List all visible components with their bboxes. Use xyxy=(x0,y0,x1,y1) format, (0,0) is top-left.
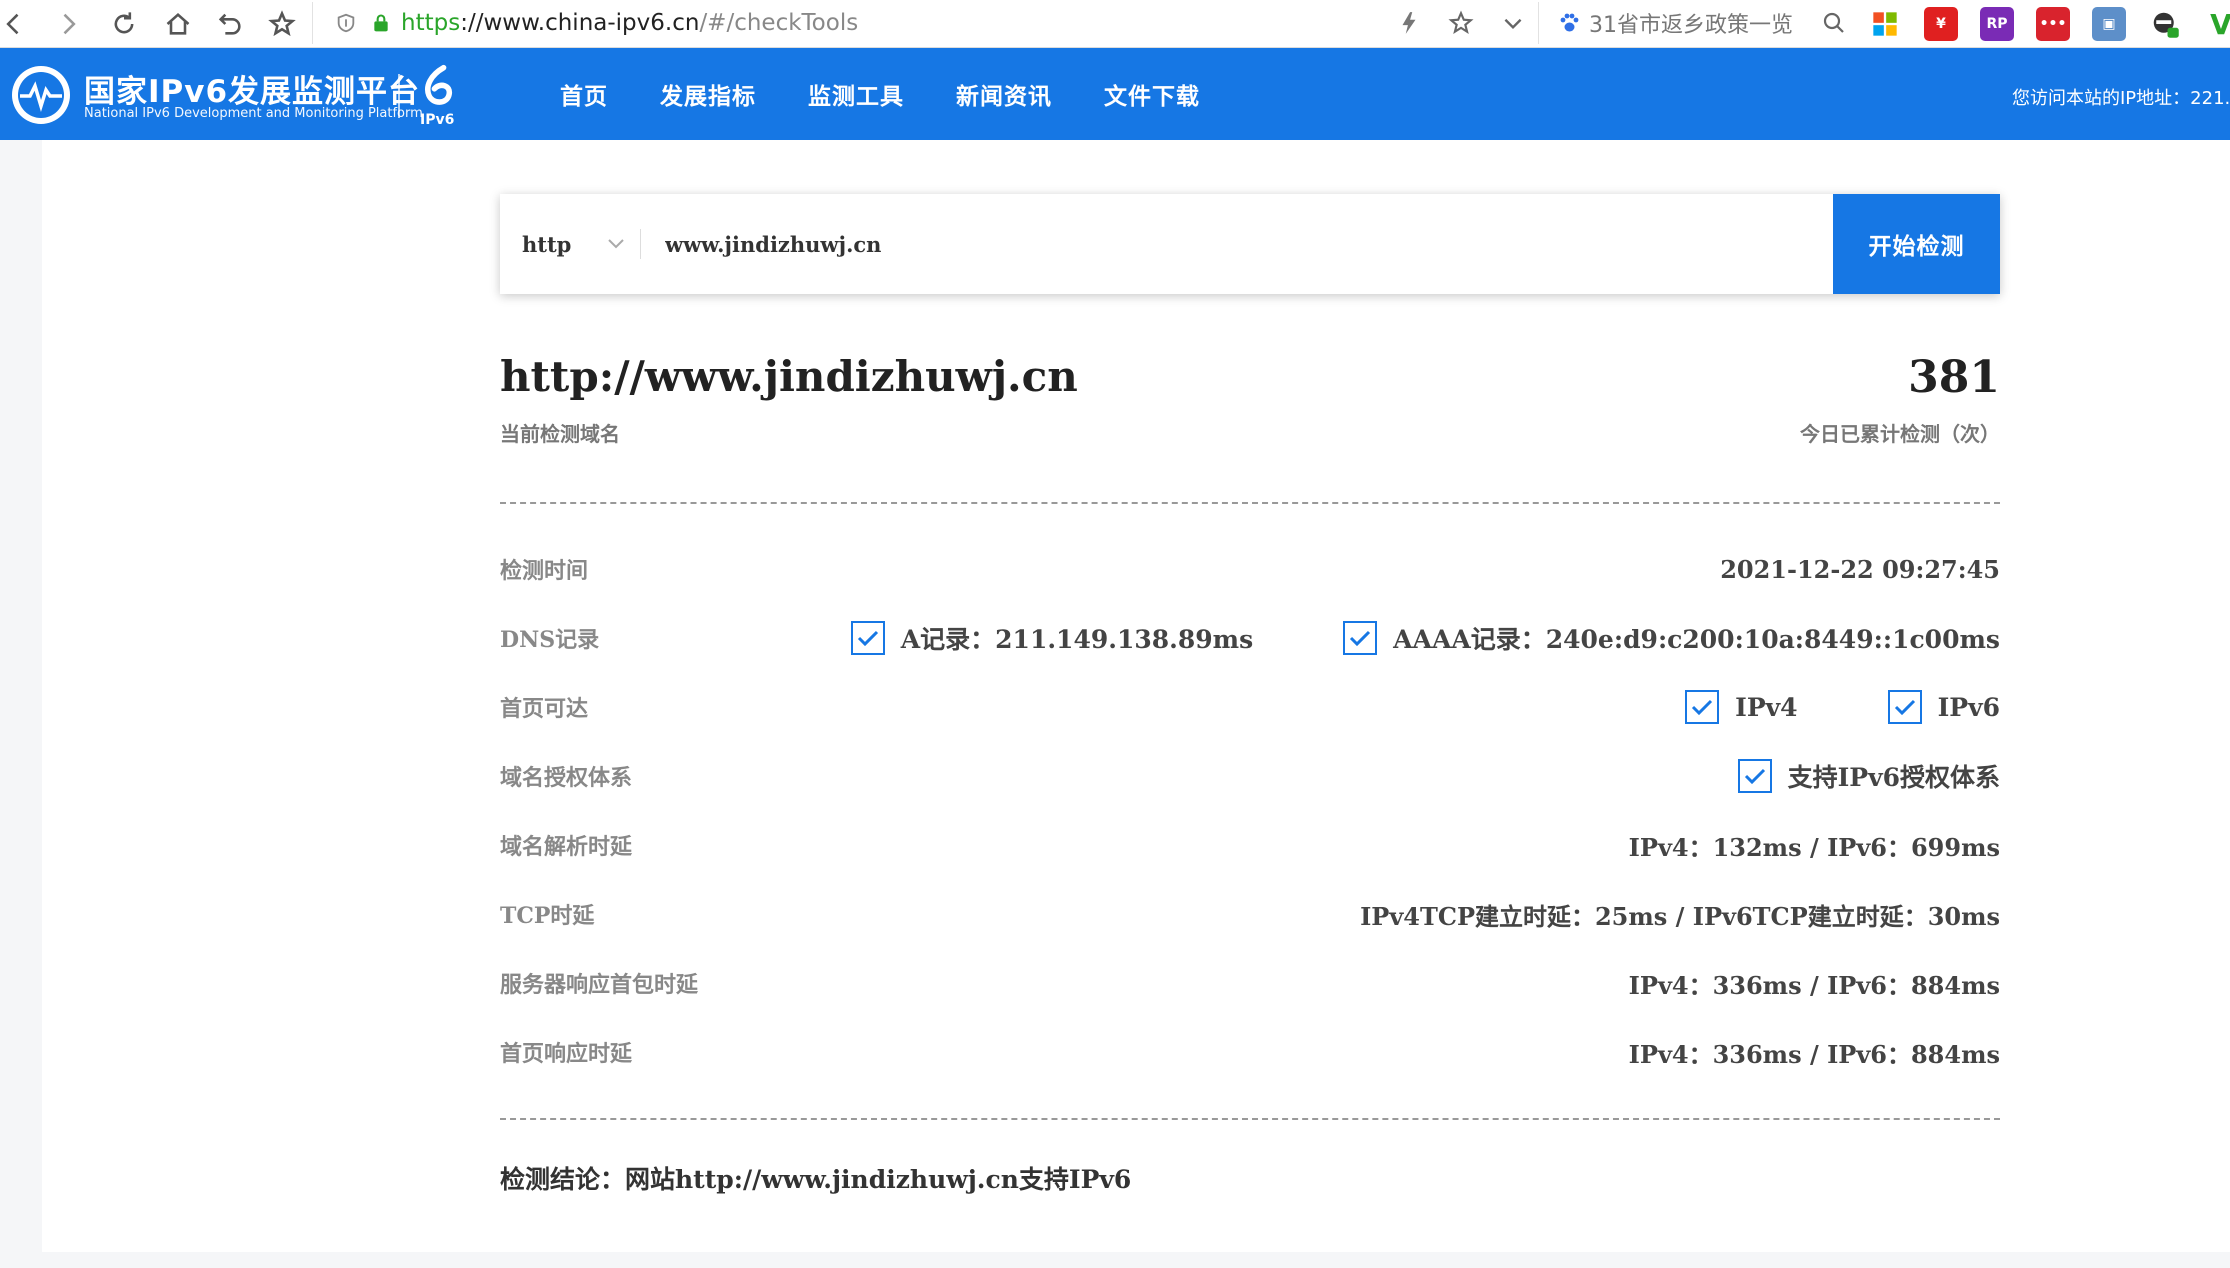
server-label: 服务器响应首包时延 xyxy=(500,972,699,998)
windows-extension-icon[interactable] xyxy=(1868,7,1902,41)
server-value: IPv4：336ms / IPv6：884ms xyxy=(1628,970,2000,1000)
check-icon xyxy=(1737,759,1772,793)
screenshot-extension-icon[interactable]: ▣ xyxy=(2092,7,2126,41)
today-check-count: 381 xyxy=(1908,352,2000,403)
address-bar[interactable]: https://www.china-ipv6.cn/#/checkTools xyxy=(312,2,1530,44)
result-row-dns: DNS记录 A记录：211.149.138.89ms AAAA记录：240e:d… xyxy=(500,618,2000,658)
chevron-down-icon xyxy=(608,239,625,249)
homepage-values: IPv4 IPv6 xyxy=(1685,690,2000,724)
homepage-ipv6-check: IPv6 xyxy=(1887,690,2000,724)
green-v-extension-icon[interactable]: V xyxy=(2204,7,2230,41)
undo-icon[interactable] xyxy=(210,4,250,44)
domain-input[interactable] xyxy=(641,194,1833,294)
ipv6-six-icon xyxy=(425,64,453,105)
result-row-page: 首页响应时延 IPv4：336ms / IPv6：884ms xyxy=(500,1032,2000,1072)
result-row-resolve: 域名解析时延 IPv4：132ms / IPv6：699ms xyxy=(500,825,2000,865)
page-value: IPv4：336ms / IPv6：884ms xyxy=(1628,1039,2000,1069)
yen-extension-icon[interactable]: ¥ xyxy=(1924,7,1958,41)
checked-domain-caption: 当前检测域名 xyxy=(500,422,620,446)
auth-check: 支持IPv6授权体系 xyxy=(1737,758,2000,794)
auth-label: 域名授权体系 xyxy=(500,765,633,791)
protocol-value: http xyxy=(522,231,572,257)
time-label: 检测时间 xyxy=(500,558,589,584)
url-path: /#/checkTools xyxy=(699,10,859,36)
dns-label: DNS记录 xyxy=(500,627,600,653)
dns-a-check: A记录：211.149.138.89ms xyxy=(850,620,1254,656)
check-form: http 开始检测 xyxy=(500,194,2000,294)
rp-extension-icon[interactable]: RP xyxy=(1980,7,2014,41)
auth-value: 支持IPv6授权体系 xyxy=(1787,763,2000,792)
lightning-icon[interactable] xyxy=(1396,10,1422,36)
site-header: 国家IPv6发展监测平台 National IPv6 Development a… xyxy=(0,48,2230,140)
result-row-server: 服务器响应首包时延 IPv4：336ms / IPv6：884ms xyxy=(500,963,2000,1003)
homepage-ipv4-check: IPv4 xyxy=(1685,690,1798,724)
security-shield-icon[interactable] xyxy=(335,12,357,34)
favorite-star-icon[interactable] xyxy=(1448,10,1474,36)
platform-subtitle: National IPv6 Development and Monitoring… xyxy=(84,106,423,121)
dots-extension-icon[interactable]: ••• xyxy=(2036,7,2070,41)
forward-icon[interactable] xyxy=(48,4,88,44)
page-label: 首页响应时延 xyxy=(500,1041,633,1067)
resolve-value: IPv4：132ms / IPv6：699ms xyxy=(1628,832,2000,862)
dns-values: A记录：211.149.138.89ms AAAA记录：240e:d9:c200… xyxy=(850,620,2000,656)
baidu-paw-icon xyxy=(1560,13,1579,32)
ninja-extension-icon[interactable] xyxy=(2148,7,2182,41)
tcp-value: IPv4TCP建立时延：25ms / IPv6TCP建立时延：30ms xyxy=(1360,901,2000,931)
start-check-button[interactable]: 开始检测 xyxy=(1833,194,2000,294)
nav-news[interactable]: 新闻资讯 xyxy=(956,77,1052,111)
resolve-label: 域名解析时延 xyxy=(500,834,633,860)
auth-values: 支持IPv6授权体系 xyxy=(1737,758,2000,794)
conclusion-text: 检测结论：网站http://www.jindizhuwj.cn支持IPv6 xyxy=(500,1165,1132,1194)
platform-logo-icon[interactable] xyxy=(10,64,72,126)
visitor-ip-text: 您访问本站的IP地址：221.7 xyxy=(2012,88,2230,109)
home-icon[interactable] xyxy=(158,4,198,44)
divider-top xyxy=(500,502,2000,504)
ipv6-badge: IPv6 xyxy=(414,62,464,128)
divider-bottom xyxy=(500,1118,2000,1120)
homepage-ipv4: IPv4 xyxy=(1735,692,1798,722)
bookmark-star-icon[interactable] xyxy=(262,4,302,44)
check-icon xyxy=(850,621,885,655)
homepage-ipv6: IPv6 xyxy=(1937,692,2000,722)
time-value: 2021-12-22 09:27:45 xyxy=(1720,554,2000,584)
extension-icons: ¥ RP ••• ▣ V xyxy=(1868,6,2230,42)
tcp-label: TCP时延 xyxy=(500,903,595,929)
back-icon[interactable] xyxy=(0,4,28,44)
browser-search-box[interactable]: 31省市返乡政策一览 xyxy=(1538,2,1858,44)
result-row-auth: 域名授权体系 支持IPv6授权体系 xyxy=(500,756,2000,796)
check-icon xyxy=(1343,621,1378,655)
check-icon xyxy=(1685,690,1720,724)
result-row-homepage: 首页可达 IPv4 IPv6 xyxy=(500,687,2000,727)
homepage-label: 首页可达 xyxy=(500,696,589,722)
nav-indicators[interactable]: 发展指标 xyxy=(660,77,756,111)
search-icon[interactable] xyxy=(1822,11,1846,35)
nav-tools[interactable]: 监测工具 xyxy=(808,77,904,111)
url-scheme: https xyxy=(401,10,461,36)
checked-domain: http://www.jindizhuwj.cn xyxy=(500,352,1078,401)
today-check-count-caption: 今日已累计检测（次） xyxy=(1800,422,2000,446)
search-suggestion-text: 31省市返乡政策一览 xyxy=(1589,13,1793,38)
main-nav: 首页 发展指标 监测工具 新闻资讯 文件下载 xyxy=(560,48,1200,140)
nav-downloads[interactable]: 文件下载 xyxy=(1104,77,1200,111)
nav-home[interactable]: 首页 xyxy=(560,77,608,111)
result-row-tcp: TCP时延 IPv4TCP建立时延：25ms / IPv6TCP建立时延：30m… xyxy=(500,894,2000,934)
protocol-select[interactable]: http xyxy=(500,194,640,294)
chevron-down-icon[interactable] xyxy=(1500,10,1526,36)
url-host: ://www.china-ipv6.cn xyxy=(460,10,700,36)
dns-aaaa-check: AAAA记录：240e:d9:c200:10a:8449::1c00ms xyxy=(1343,620,2000,656)
check-icon xyxy=(1887,690,1922,724)
reload-icon[interactable] xyxy=(104,4,144,44)
dns-aaaa-record: AAAA记录：240e:d9:c200:10a:8449::1c00ms xyxy=(1393,625,2000,654)
url-text[interactable]: https://www.china-ipv6.cn/#/checkTools xyxy=(401,10,858,36)
result-row-time: 检测时间 2021-12-22 09:27:45 xyxy=(500,549,2000,589)
browser-toolbar: https://www.china-ipv6.cn/#/checkTools 3… xyxy=(0,0,2230,48)
lock-icon xyxy=(374,14,388,32)
ipv6-badge-label: IPv6 xyxy=(420,112,455,128)
dns-a-record: A记录：211.149.138.89ms xyxy=(900,625,1254,654)
logo-divider xyxy=(398,74,400,118)
platform-title[interactable]: 国家IPv6发展监测平台 xyxy=(84,66,420,111)
